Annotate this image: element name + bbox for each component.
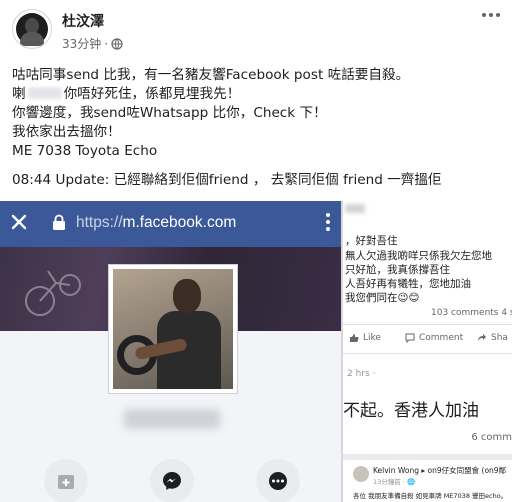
post-line: 你響邊度，我send咗Whatsapp 比你，Check 下！ bbox=[12, 105, 327, 121]
share-icon bbox=[478, 334, 486, 341]
comment-action: Comment bbox=[405, 333, 463, 343]
messenger-button bbox=[150, 459, 194, 502]
screenshot-comment: Kelvin Wong ▸ on9仔女同盟會 (on9鄰 13分鐘前 · 🌐 各… bbox=[343, 454, 512, 502]
screenshot-second-post: 2 hrs · 不起。香港人加油 6 comm bbox=[343, 354, 512, 454]
facebook-post-screenshots: ，好對吾住 無人欠過我啲咩只係我欠左您地 只好尬，我真係撐吾住 人吾好再有犧牲，… bbox=[343, 201, 512, 502]
browser-bar: https://m.facebook.com bbox=[0, 201, 341, 247]
redacted-profile-name bbox=[124, 409, 220, 429]
post-image[interactable]: https://m.facebook.com ，好對吾住 無人欠過我啲咩只係我欠… bbox=[0, 201, 512, 502]
more-options-icon[interactable] bbox=[482, 10, 502, 20]
more-icon bbox=[269, 472, 287, 490]
screenshot-action-bar: Like Comment Sha bbox=[343, 324, 512, 354]
facebook-profile-screenshot: https://m.facebook.com bbox=[0, 201, 341, 502]
share-action: Sha bbox=[477, 333, 508, 343]
menu-icon bbox=[325, 212, 331, 234]
post-time[interactable]: 33分钟 bbox=[62, 35, 101, 52]
more-button bbox=[256, 459, 300, 502]
like-icon bbox=[350, 334, 359, 342]
bicycle-icon bbox=[25, 270, 81, 316]
post-line: 喇你唔好死住，係都見埋我先！ bbox=[12, 86, 241, 102]
messenger-icon bbox=[163, 472, 181, 490]
profile-photo bbox=[108, 264, 238, 394]
redacted-name bbox=[27, 87, 62, 99]
comment-icon bbox=[405, 333, 415, 343]
post-line: 我依家出去搵你！ bbox=[12, 124, 121, 140]
author-avatar[interactable] bbox=[12, 9, 52, 49]
url-text: https://m.facebook.com bbox=[76, 214, 237, 231]
add-friend-button bbox=[44, 459, 88, 502]
comment-share-count: 103 comments 4 sh bbox=[431, 308, 512, 318]
author-name[interactable]: 杜汶澤 bbox=[62, 11, 104, 31]
post-header: 杜汶澤 33分钟 · bbox=[0, 0, 512, 58]
post-line: 咕咕同事send 比我，有一名豬友響Facebook post 咗話要自殺。 bbox=[12, 67, 410, 83]
lock-icon bbox=[53, 214, 65, 230]
post-meta: 33分钟 · bbox=[62, 35, 123, 52]
globe-icon bbox=[111, 37, 123, 50]
screenshot-post-text: ，好對吾住 無人欠過我啲咩只係我欠左您地 只好尬，我真係撐吾住 人吾好再有犧牲，… bbox=[343, 201, 512, 324]
post-update-line: 08:44 Update: 已經聯絡到佢個friend ， 去緊同佢個 frie… bbox=[12, 172, 442, 188]
commenter-avatar bbox=[353, 466, 369, 482]
like-action: Like bbox=[349, 333, 381, 343]
post-text: 咕咕同事send 比我，有一名豬友響Facebook post 咗話要自殺。 喇… bbox=[12, 66, 502, 190]
close-icon bbox=[11, 214, 27, 230]
add-friend-icon bbox=[58, 475, 74, 489]
post-line: ME 7038 Toyota Echo bbox=[12, 143, 158, 159]
